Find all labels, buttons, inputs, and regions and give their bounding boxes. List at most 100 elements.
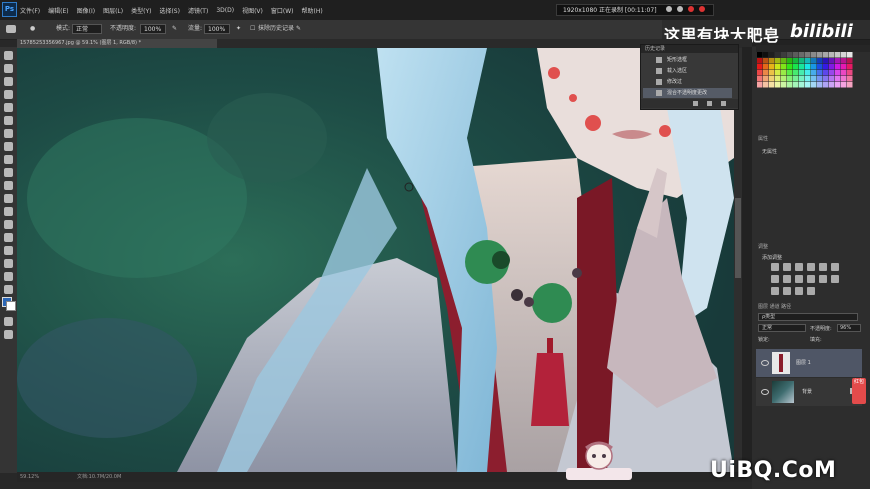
marquee-tool-icon[interactable] (4, 64, 13, 73)
color-swatch[interactable] (835, 82, 841, 88)
color-swatch[interactable] (769, 64, 775, 70)
color-swatch[interactable] (763, 64, 769, 70)
color-swatch[interactable] (847, 52, 853, 58)
color-swatch[interactable] (829, 76, 835, 82)
healing-tool-icon[interactable] (4, 129, 13, 138)
color-swatch[interactable] (781, 64, 787, 70)
color-swatch[interactable] (775, 70, 781, 76)
canvas[interactable] (17, 48, 734, 472)
eyedropper-tool-icon[interactable] (4, 116, 13, 125)
menu-filter[interactable]: 滤镜(T) (188, 6, 208, 15)
pen-tool-icon[interactable] (4, 233, 13, 242)
brush-tool-icon[interactable] (4, 142, 13, 151)
pressure-size-icon[interactable]: ✎ (296, 23, 301, 35)
color-swatch[interactable] (823, 58, 829, 64)
color-swatch[interactable] (847, 82, 853, 88)
color-swatch[interactable] (811, 70, 817, 76)
color-swatch[interactable] (781, 76, 787, 82)
color-swatch[interactable] (793, 58, 799, 64)
color-swatch[interactable] (757, 58, 763, 64)
blend-mode-select[interactable]: 正常 (758, 324, 806, 332)
camera-icon[interactable] (707, 101, 712, 106)
color-swatch[interactable] (841, 58, 847, 64)
quick-select-tool-icon[interactable] (4, 90, 13, 99)
color-balance-icon[interactable] (771, 275, 779, 283)
color-swatch[interactable] (781, 70, 787, 76)
color-swatch[interactable] (805, 76, 811, 82)
mode-select[interactable]: 正常 (72, 24, 102, 34)
color-swatch[interactable] (835, 76, 841, 82)
color-swatch[interactable] (829, 70, 835, 76)
layer-row-selected[interactable]: 图层 1 (756, 349, 862, 377)
color-swatch[interactable] (847, 64, 853, 70)
color-swatch[interactable] (805, 82, 811, 88)
color-swatch[interactable] (793, 52, 799, 58)
gradient-tool-icon[interactable] (4, 194, 13, 203)
color-swatch[interactable] (781, 82, 787, 88)
color-swatch[interactable] (817, 70, 823, 76)
menu-3d[interactable]: 3D(D) (216, 7, 234, 14)
blur-tool-icon[interactable] (4, 207, 13, 216)
color-swatch[interactable] (769, 70, 775, 76)
color-swatch[interactable] (775, 82, 781, 88)
history-item[interactable]: 修改过 (643, 77, 732, 87)
scrollbar-thumb[interactable] (735, 198, 741, 278)
lasso-tool-icon[interactable] (4, 77, 13, 86)
color-swatch[interactable] (787, 52, 793, 58)
layer-row[interactable]: 背景 (756, 378, 862, 406)
trash-icon[interactable] (721, 101, 726, 106)
color-swatch[interactable] (799, 58, 805, 64)
hand-tool-icon[interactable] (4, 285, 13, 294)
color-swatch[interactable] (817, 76, 823, 82)
color-swatch[interactable] (799, 64, 805, 70)
photo-filter-icon[interactable] (795, 275, 803, 283)
menu-type[interactable]: 类型(Y) (131, 6, 151, 15)
color-swatch[interactable] (787, 64, 793, 70)
screen-mode-icon[interactable] (4, 330, 13, 339)
color-swatch[interactable] (817, 82, 823, 88)
eraser-tool-icon[interactable] (6, 25, 16, 33)
brightness-icon[interactable] (771, 263, 779, 271)
color-swatch[interactable] (757, 82, 763, 88)
color-swatch[interactable] (769, 52, 775, 58)
color-swatch[interactable] (775, 64, 781, 70)
zoom-level[interactable]: 59.12% (20, 472, 39, 482)
color-swatch[interactable] (763, 58, 769, 64)
color-swatch[interactable] (847, 76, 853, 82)
invert-icon[interactable] (831, 275, 839, 283)
color-swatch[interactable] (775, 58, 781, 64)
color-swatch[interactable] (757, 64, 763, 70)
color-swatch[interactable] (799, 70, 805, 76)
color-swatch[interactable] (823, 82, 829, 88)
airbrush-icon[interactable]: ✦ (236, 23, 241, 35)
color-swatch[interactable] (811, 58, 817, 64)
layer-filter-select[interactable]: ρ类型 (758, 313, 858, 321)
color-swatch[interactable] (757, 76, 763, 82)
color-swatch[interactable] (829, 64, 835, 70)
history-item[interactable]: 载入选区 (643, 66, 732, 76)
opacity-input[interactable]: 100% (140, 24, 166, 34)
color-swatch[interactable] (793, 82, 799, 88)
color-swatch[interactable] (757, 52, 763, 58)
close-icon[interactable] (699, 6, 705, 12)
channel-mixer-icon[interactable] (807, 275, 815, 283)
background-color-swatch[interactable] (6, 301, 16, 311)
vertical-scrollbar[interactable] (734, 48, 742, 472)
threshold-icon[interactable] (783, 287, 791, 295)
color-swatch[interactable] (841, 52, 847, 58)
color-swatch[interactable] (823, 76, 829, 82)
erase-history-checkbox[interactable]: ☐ (250, 23, 255, 35)
color-swatch[interactable] (829, 52, 835, 58)
color-swatch[interactable] (805, 70, 811, 76)
color-swatch[interactable] (805, 52, 811, 58)
color-swatch[interactable] (835, 52, 841, 58)
color-swatch[interactable] (787, 82, 793, 88)
snapshot-icon[interactable] (693, 101, 698, 106)
color-swatch[interactable] (835, 64, 841, 70)
eye-icon[interactable] (761, 389, 769, 395)
color-swatch[interactable] (823, 64, 829, 70)
stop-icon[interactable] (677, 6, 683, 12)
menu-layer[interactable]: 图层(L) (103, 6, 123, 15)
color-swatch[interactable] (763, 52, 769, 58)
selective-color-icon[interactable] (807, 287, 815, 295)
